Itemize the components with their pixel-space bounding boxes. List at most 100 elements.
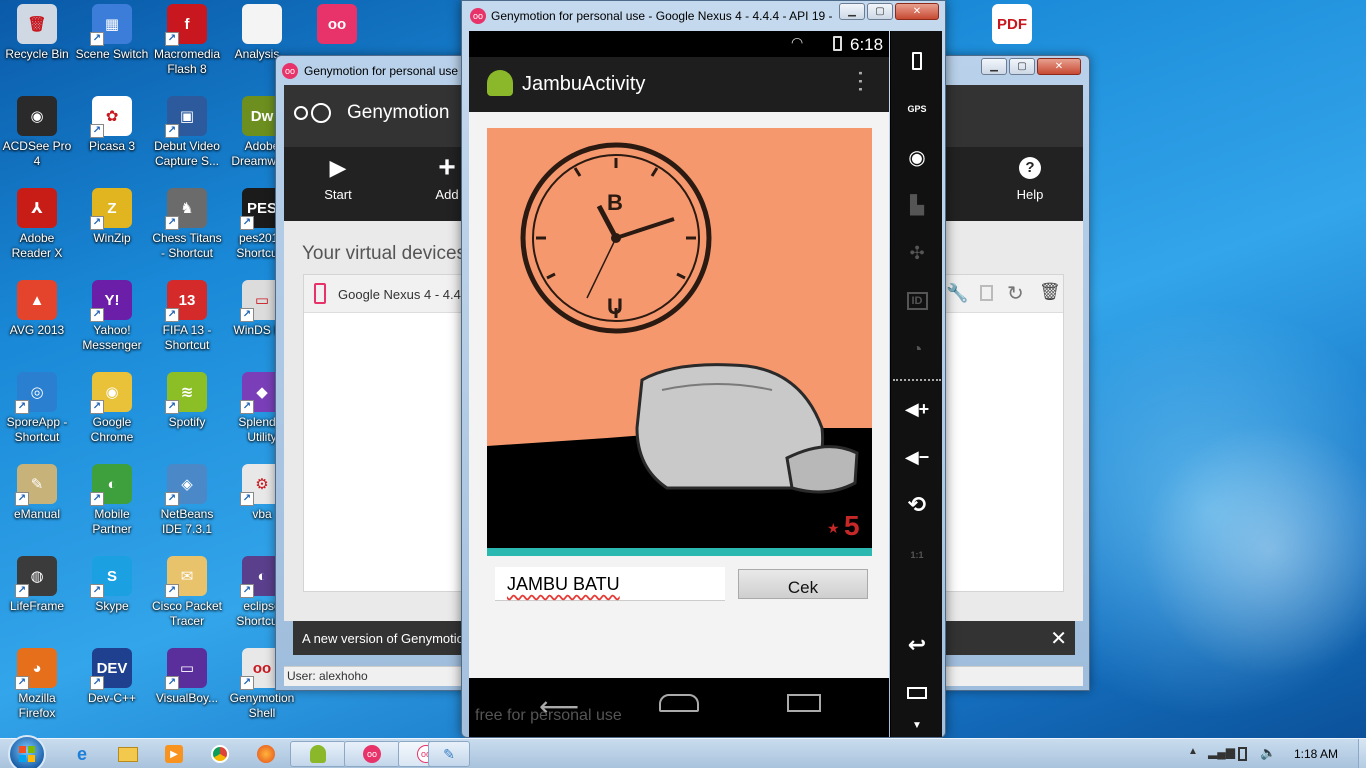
desktop-icon[interactable]: Z ↗ WinZip <box>75 184 149 246</box>
desktop-icon[interactable]: Analysis... <box>225 0 299 62</box>
desktop-icon[interactable]: ◈ ↗ NetBeans IDE 7.3.1 <box>150 460 224 537</box>
pixel-perfect-icon[interactable]: 1:1 <box>891 537 943 573</box>
battery-widget-icon[interactable] <box>891 43 943 79</box>
desktop-icon[interactable]: ⅄ Adobe Reader X <box>0 184 74 261</box>
dismiss-icon[interactable]: ✕ <box>1050 626 1067 651</box>
desktop-icon[interactable]: ✿ ↗ Picasa 3 <box>75 92 149 154</box>
close-button[interactable]: ✕ <box>895 3 939 20</box>
maximize-button[interactable]: ▢ <box>867 3 893 20</box>
winzip-icon: Z ↗ <box>90 188 132 230</box>
device-id-icon[interactable]: ID <box>891 283 943 319</box>
rotate-icon[interactable]: ⟲ <box>891 487 943 523</box>
jambu-input[interactable]: JAMBU BATU <box>495 567 725 601</box>
skype-icon: S ↗ <box>90 556 132 598</box>
emulator-window: oo Genymotion for personal use - Google … <box>461 0 946 738</box>
desktop-icon[interactable]: ◉ ↗ Google Chrome <box>75 368 149 445</box>
shortcut-arrow-icon: ↗ <box>240 400 254 414</box>
spore-icon: ◎ ↗ <box>15 372 57 414</box>
home-icon[interactable] <box>659 694 699 712</box>
battery-tray-icon[interactable] <box>1238 747 1247 761</box>
media-player-icon[interactable]: ▶ <box>162 743 186 765</box>
video-capture-icon: ▣ ↗ <box>165 96 207 138</box>
watermark: free for personal use <box>475 707 622 724</box>
desktop-icon[interactable]: ✉ ↗ Cisco Packet Tracer <box>150 552 224 629</box>
overflow-menu-icon[interactable]: ⋯ <box>847 69 874 93</box>
volume-icon[interactable]: 🔈 <box>1260 745 1276 761</box>
desktop-icon[interactable]: ♞ ↗ Chess Titans - Shortcut <box>150 184 224 261</box>
taskbar-genymotion-button[interactable]: oo <box>344 741 400 767</box>
cek-button[interactable]: Cek <box>738 569 868 599</box>
capture-icon[interactable]: ▙ <box>891 187 943 223</box>
clock-time[interactable]: 1:18 AM <box>1294 747 1338 761</box>
minimize-button[interactable]: ▁ <box>981 58 1007 75</box>
desktop-icon[interactable]: ▣ ↗ Debut Video Capture S... <box>150 92 224 169</box>
launcher-title: Genymotion for personal use <box>304 64 459 78</box>
desktop-icon[interactable]: ◕ ↗ Mozilla Firefox <box>0 644 74 721</box>
clone-icon[interactable] <box>980 285 993 301</box>
chrome-taskbar-icon[interactable] <box>208 743 232 765</box>
battery-icon <box>833 36 842 51</box>
navigation-bar: ⟵ free for personal use <box>469 678 889 737</box>
show-hidden-icons[interactable]: ▲ <box>1188 746 1198 757</box>
firefox-taskbar-icon[interactable] <box>254 743 278 765</box>
signal-icon[interactable]: ▂▄▆ <box>1208 745 1235 759</box>
desktop-icon[interactable]: ◎ ↗ SporeApp - Shortcut <box>0 368 74 445</box>
recents-icon[interactable] <box>787 694 821 712</box>
desktop-icon[interactable]: ▭ ↗ VisualBoy... <box>150 644 224 706</box>
badge-star: ★ <box>827 520 840 536</box>
desktop-icon-label: SporeApp - Shortcut <box>6 415 68 444</box>
taskbar-paint-button[interactable]: ✎ <box>428 741 470 767</box>
volume-down-icon[interactable]: ◀− <box>891 439 943 475</box>
desktop-icon[interactable]: ✎ ↗ eManual <box>0 460 74 522</box>
desktop-icon[interactable]: ◍ ↗ LifeFrame <box>0 552 74 614</box>
picasa-icon: ✿ ↗ <box>90 96 132 138</box>
wrench-icon[interactable]: 🔧 <box>946 283 968 304</box>
wifi-icon: ◠ <box>791 34 804 50</box>
clock-letter-b: B <box>607 190 623 215</box>
desktop-icon[interactable]: 13 ↗ FIFA 13 - Shortcut <box>150 276 224 353</box>
camera-icon[interactable]: ◉ <box>891 139 943 175</box>
desktop-icon[interactable]: ◐ ↗ Mobile Partner <box>75 460 149 537</box>
emanual-icon: ✎ ↗ <box>15 464 57 506</box>
maximize-button[interactable]: ▢ <box>1009 58 1035 75</box>
paint-icon: ✎ <box>443 745 455 762</box>
volume-up-icon[interactable]: ◀+ <box>891 391 943 427</box>
desktop-icon[interactable]: S ↗ Skype <box>75 552 149 614</box>
back-side-icon[interactable]: ↩ <box>891 627 943 663</box>
recent-apps-side-icon[interactable] <box>891 675 943 711</box>
windows-logo-icon <box>19 746 35 762</box>
internet-explorer-icon[interactable]: e <box>70 743 94 765</box>
desktop-icon[interactable]: ▦ ↗ Scene Switch <box>75 0 149 62</box>
network-icon[interactable]: ◔ <box>891 331 943 367</box>
taskbar-android-button[interactable] <box>290 741 346 767</box>
desktop-icon[interactable]: oo <box>300 0 374 47</box>
desktop-icon[interactable]: PDF <box>975 0 1049 47</box>
desktop-icon[interactable]: ≋ ↗ Spotify <box>150 368 224 430</box>
desktop-icon[interactable]: ▲ AVG 2013 <box>0 276 74 338</box>
shortcut-arrow-icon: ↗ <box>90 124 104 138</box>
minimize-button[interactable]: ▁ <box>839 3 865 20</box>
explorer-icon[interactable] <box>116 743 140 765</box>
emulator-title: Genymotion for personal use - Google Nex… <box>491 9 833 23</box>
help-button[interactable]: ? Help <box>1000 155 1060 202</box>
start-button[interactable]: ▶ Start <box>308 155 368 202</box>
reset-icon[interactable]: ↻ <box>1007 281 1024 306</box>
android-icon <box>487 70 513 96</box>
device-name: Google Nexus 4 - 4.4.4 <box>338 287 472 302</box>
desktop-icon[interactable]: Y! ↗ Yahoo! Messenger <box>75 276 149 353</box>
trash-icon[interactable]: 🗑 <box>1039 282 1061 302</box>
gps-icon[interactable]: GPS <box>891 91 943 127</box>
desktop-icon[interactable]: DEV ↗ Dev-C++ <box>75 644 149 706</box>
show-desktop-button[interactable] <box>1358 739 1366 768</box>
shortcut-arrow-icon: ↗ <box>165 492 179 506</box>
close-button[interactable]: ✕ <box>1037 58 1081 75</box>
desktop-icon[interactable]: 🗑 Recycle Bin <box>0 0 74 62</box>
shortcut-arrow-icon: ↗ <box>165 32 179 46</box>
launcher-title-bar[interactable]: oo Genymotion for personal use <box>282 56 462 86</box>
emulator-title-bar[interactable]: oo Genymotion for personal use - Google … <box>470 1 842 31</box>
shortcut-arrow-icon: ↗ <box>165 400 179 414</box>
desktop-icon[interactable]: ◉ ACDSee Pro 4 <box>0 92 74 169</box>
remote-control-icon[interactable]: ✣ <box>891 235 943 271</box>
start-orb[interactable] <box>8 735 46 768</box>
desktop-icon[interactable]: f ↗ Macromedia Flash 8 <box>150 0 224 77</box>
